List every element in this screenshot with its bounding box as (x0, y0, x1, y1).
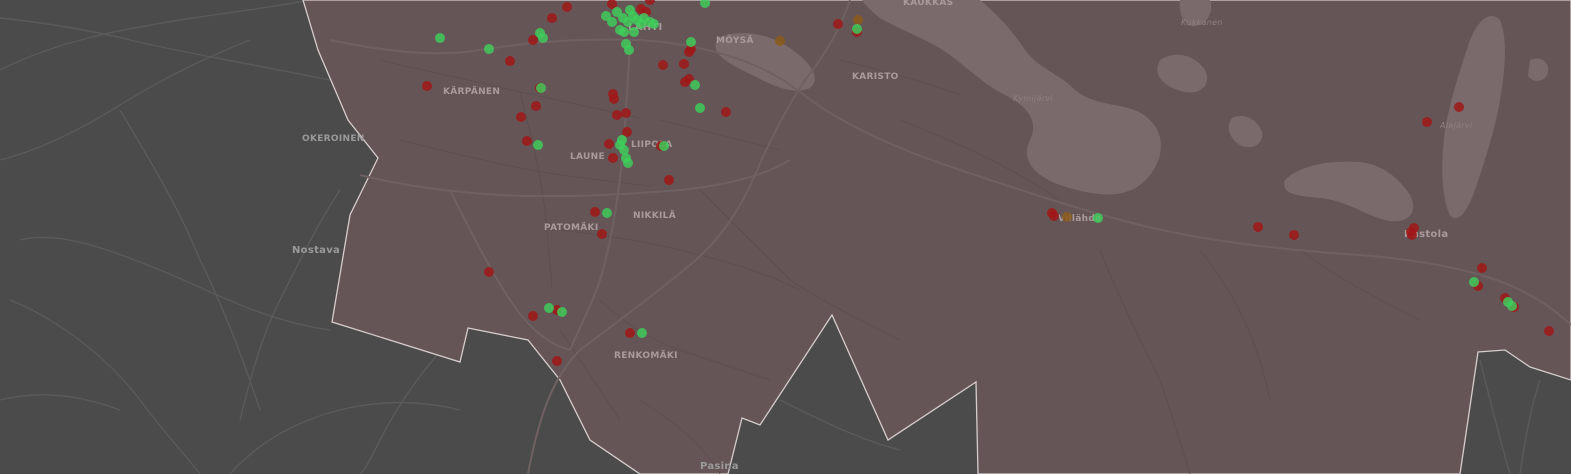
marker-red[interactable] (612, 110, 622, 120)
marker-green[interactable] (623, 158, 633, 168)
label-karpanen: KÄRPÄNEN (443, 86, 500, 97)
marker-red[interactable] (680, 77, 690, 87)
marker-red[interactable] (590, 207, 600, 217)
label-okeroinen: OKEROINEN (302, 134, 365, 144)
marker-red[interactable] (531, 101, 541, 111)
marker-green[interactable] (435, 33, 445, 43)
marker-red[interactable] (658, 60, 668, 70)
marker-green[interactable] (624, 45, 634, 55)
marker-red[interactable] (833, 19, 843, 29)
label-moysa: MÖYSÄ (716, 35, 754, 46)
marker-red[interactable] (552, 356, 562, 366)
marker-red[interactable] (679, 59, 689, 69)
marker-green[interactable] (536, 83, 546, 93)
marker-green[interactable] (619, 27, 629, 37)
marker-red[interactable] (664, 175, 674, 185)
label-kymijarvi: Kymijärvi (1013, 94, 1053, 103)
marker-red[interactable] (1289, 230, 1299, 240)
marker-green[interactable] (607, 17, 617, 27)
label-nostava: Nostava (292, 245, 340, 256)
marker-red[interactable] (505, 56, 515, 66)
marker-red[interactable] (1253, 222, 1263, 232)
label-laune: LAUNE (570, 152, 605, 162)
label-nikkila: NIKKILÄ (633, 210, 676, 221)
marker-red[interactable] (528, 311, 538, 321)
label-kaukkas: KAUKKAS (903, 0, 953, 8)
marker-red[interactable] (625, 328, 635, 338)
marker-orange[interactable] (853, 15, 863, 25)
marker-green[interactable] (852, 24, 862, 34)
marker-red[interactable] (597, 229, 607, 239)
marker-red[interactable] (621, 108, 631, 118)
label-kukkanen: Kukkanen (1181, 18, 1223, 27)
marker-red[interactable] (1454, 102, 1464, 112)
marker-red[interactable] (1544, 326, 1554, 336)
label-alajarvi: Alajärvi (1439, 121, 1473, 130)
marker-green[interactable] (690, 80, 700, 90)
label-patomaki: PATOMÄKI (544, 222, 598, 233)
marker-red[interactable] (422, 81, 432, 91)
marker-green[interactable] (1507, 301, 1517, 311)
marker-red[interactable] (1477, 263, 1487, 273)
marker-red[interactable] (562, 2, 572, 12)
marker-red[interactable] (484, 267, 494, 277)
marker-green[interactable] (649, 19, 659, 29)
label-renkomaki: RENKOMÄKI (614, 350, 678, 361)
marker-green[interactable] (557, 307, 567, 317)
marker-red[interactable] (522, 136, 532, 146)
marker-red[interactable] (609, 94, 619, 104)
label-karisto: KARISTO (852, 72, 899, 82)
marker-green[interactable] (617, 135, 627, 145)
marker-green[interactable] (695, 103, 705, 113)
marker-red[interactable] (1422, 117, 1432, 127)
label-pasina: Pasina (700, 461, 739, 472)
marker-green[interactable] (602, 208, 612, 218)
marker-red[interactable] (516, 112, 526, 122)
marker-green[interactable] (637, 328, 647, 338)
marker-red[interactable] (1406, 227, 1416, 237)
marker-red[interactable] (604, 139, 614, 149)
marker-green[interactable] (484, 44, 494, 54)
marker-red[interactable] (636, 4, 646, 14)
marker-green[interactable] (659, 141, 669, 151)
marker-green[interactable] (686, 37, 696, 47)
marker-green[interactable] (629, 27, 639, 37)
marker-red[interactable] (608, 153, 618, 163)
map-view[interactable]: KÄRPÄNEN MÖYSÄ KARISTO OKEROINEN LAUNE L… (0, 0, 1571, 474)
marker-green[interactable] (625, 5, 635, 15)
marker-green[interactable] (533, 140, 543, 150)
marker-orange[interactable] (1062, 212, 1072, 222)
marker-green[interactable] (1469, 277, 1479, 287)
marker-green[interactable] (1093, 213, 1103, 223)
marker-red[interactable] (721, 107, 731, 117)
marker-red[interactable] (1049, 211, 1059, 221)
map-canvas[interactable]: KÄRPÄNEN MÖYSÄ KARISTO OKEROINEN LAUNE L… (0, 0, 1571, 474)
marker-red[interactable] (547, 13, 557, 23)
marker-orange[interactable] (775, 36, 785, 46)
marker-green[interactable] (538, 33, 548, 43)
marker-green[interactable] (544, 303, 554, 313)
